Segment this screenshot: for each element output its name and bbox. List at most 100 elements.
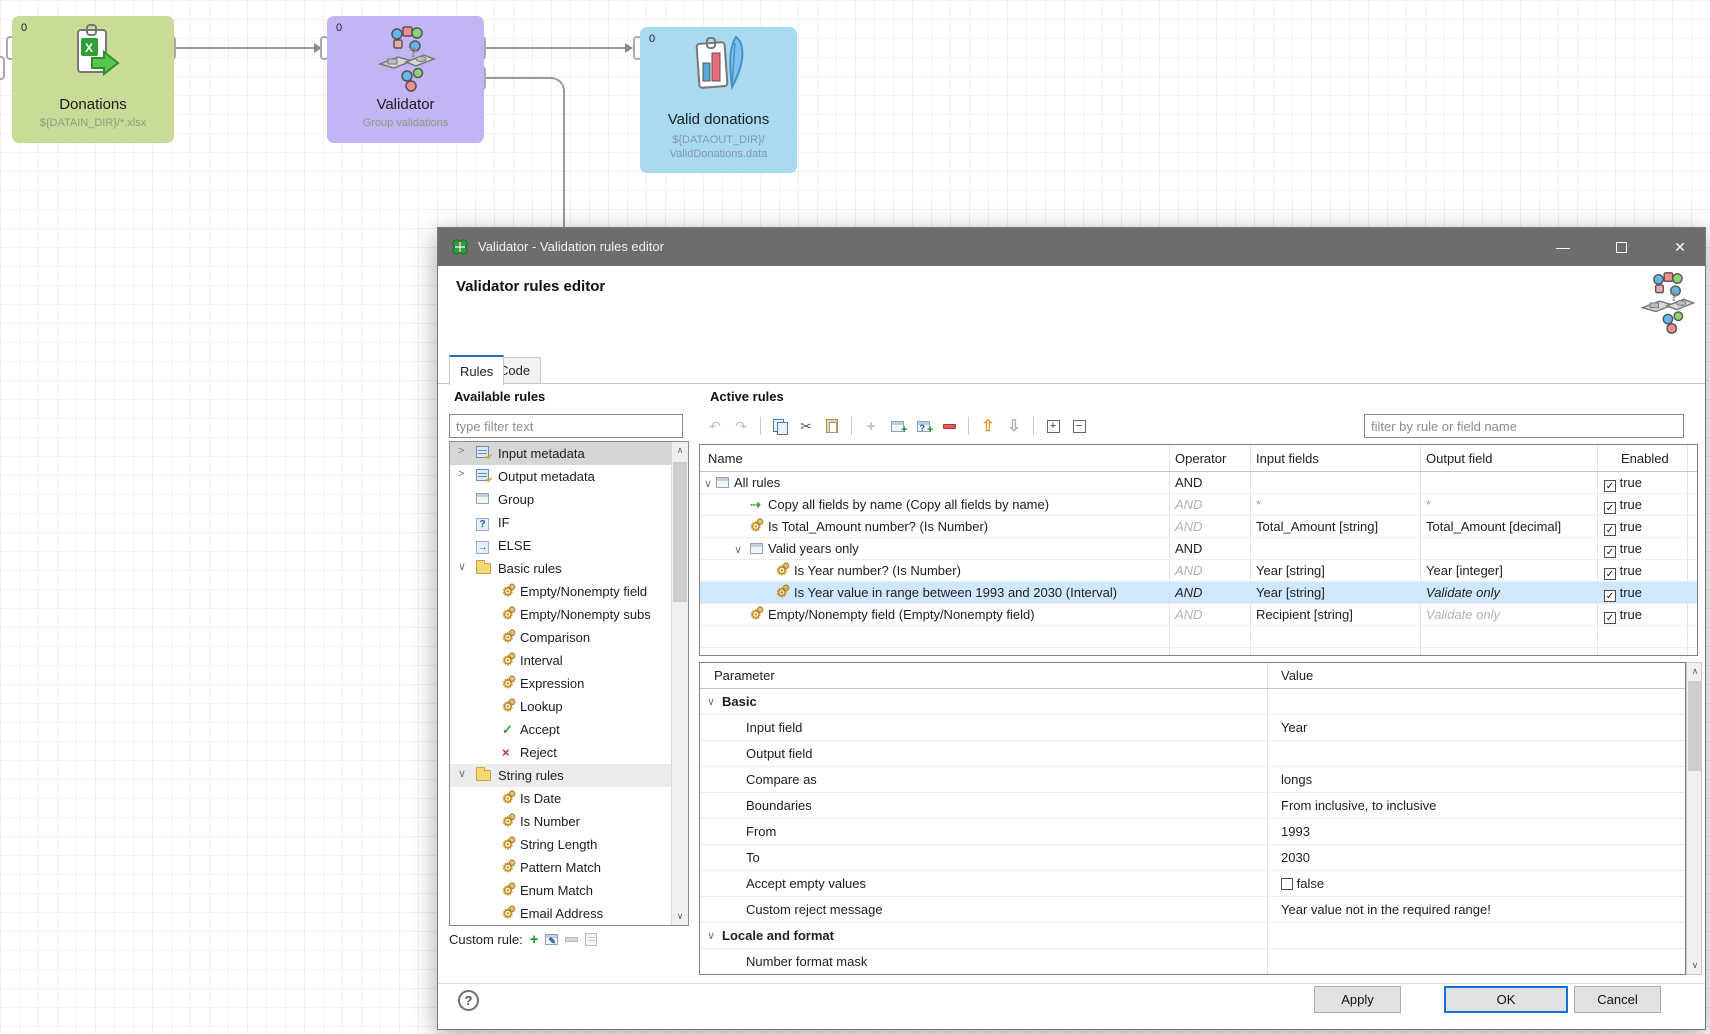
scrollbar-thumb[interactable] — [673, 462, 687, 602]
tree-item-comparison[interactable]: ⚙Comparison — [450, 626, 671, 649]
remove-custom-rule-icon[interactable] — [565, 937, 578, 942]
import-custom-rule-icon[interactable]: ✎ — [545, 934, 558, 945]
tree-item-empty-nonempty-field[interactable]: ⚙Empty/Nonempty field — [450, 580, 671, 603]
collapse-all-icon[interactable]: − — [1070, 417, 1088, 435]
edge-donations-validator[interactable] — [176, 47, 318, 49]
tree-scrollbar[interactable]: ∧ ∨ — [671, 442, 688, 925]
move-up-icon[interactable]: ⇧ — [979, 417, 997, 435]
active-rules-filter-input[interactable] — [1364, 414, 1684, 438]
cancel-button[interactable]: Cancel — [1574, 986, 1661, 1013]
node-validator[interactable]: 0 ? Validator Group validations — [327, 16, 484, 143]
param-row-input-field[interactable]: Input fieldYear — [700, 715, 1685, 741]
chevron-right-icon[interactable]: > — [458, 445, 472, 457]
column-header-parameter[interactable]: Parameter — [714, 668, 775, 683]
ok-button[interactable]: OK — [1444, 986, 1568, 1013]
add-rule-icon[interactable]: + — [862, 417, 880, 435]
expand-all-icon[interactable]: + — [1044, 417, 1062, 435]
parameters-scrollbar[interactable]: ∧ ∨ — [1686, 662, 1702, 975]
param-row-basic[interactable]: ∨Basic — [700, 689, 1685, 715]
tree-item-enum-match[interactable]: ⚙Enum Match — [450, 879, 671, 902]
enabled-checkbox[interactable]: ✓ — [1604, 524, 1616, 536]
tree-item-else[interactable]: →ELSE — [450, 534, 671, 557]
scrollbar-thumb[interactable] — [1688, 681, 1702, 771]
undo-icon[interactable]: ↶ — [706, 417, 724, 435]
remove-icon[interactable] — [940, 417, 958, 435]
tree-item-is-date[interactable]: ⚙Is Date — [450, 787, 671, 810]
rule-row[interactable]: ⚙Empty/Nonempty field (Empty/Nonempty fi… — [700, 604, 1697, 626]
tree-item-string-length[interactable]: ⚙String Length — [450, 833, 671, 856]
rule-row[interactable]: ∨All rulesAND✓ true — [700, 472, 1697, 494]
param-row-to[interactable]: To2030 — [700, 845, 1685, 871]
node-valid-donations[interactable]: 0 Valid donations ${DATAOUT_DIR}/ ValidD… — [640, 27, 797, 173]
node-donations[interactable]: 0 X Donations ${DATAIN_DIR}/*.xlsx — [12, 16, 174, 143]
column-header-operator[interactable]: Operator — [1175, 451, 1226, 466]
add-group-icon[interactable]: + — [888, 417, 906, 435]
param-row-boundaries[interactable]: BoundariesFrom inclusive, to inclusive — [700, 793, 1685, 819]
tree-item-email-address[interactable]: ⚙Email Address — [450, 902, 671, 925]
scroll-up-icon[interactable]: ∧ — [1687, 663, 1703, 680]
column-header-name[interactable]: Name — [708, 451, 743, 466]
maximize-button[interactable] — [1598, 228, 1644, 266]
tree-item-expression[interactable]: ⚙Expression — [450, 672, 671, 695]
paste-icon[interactable] — [823, 417, 841, 435]
close-button[interactable]: ✕ — [1657, 228, 1703, 266]
enabled-checkbox[interactable]: ✓ — [1604, 480, 1616, 492]
minimize-button[interactable]: — — [1540, 228, 1586, 266]
chevron-right-icon[interactable]: > — [458, 468, 472, 480]
edge-validator-down[interactable] — [486, 77, 565, 229]
duplicate-custom-rule-icon[interactable] — [585, 933, 597, 946]
rule-row[interactable]: ⇢Copy all fields by name (Copy all field… — [700, 494, 1697, 516]
param-row-output-field[interactable]: Output field — [700, 741, 1685, 767]
chevron-down-icon[interactable]: ∨ — [458, 767, 472, 780]
tab-rules[interactable]: Rules — [449, 355, 504, 385]
enabled-checkbox[interactable]: ✓ — [1604, 612, 1616, 624]
tree-item-output-metadata[interactable]: >Output metadata — [450, 465, 671, 488]
add-conditional-icon[interactable]: ?+ — [914, 417, 932, 435]
param-row-custom-reject-message[interactable]: Custom reject messageYear value not in t… — [700, 897, 1685, 923]
enabled-checkbox[interactable]: ✓ — [1604, 568, 1616, 580]
tree-item-interval[interactable]: ⚙Interval — [450, 649, 671, 672]
param-row-number-format-mask[interactable]: Number format mask — [700, 949, 1685, 975]
chevron-down-icon[interactable]: ∨ — [734, 543, 742, 556]
column-header-output-field[interactable]: Output field — [1426, 451, 1493, 466]
value-checkbox[interactable] — [1281, 878, 1293, 890]
move-down-icon[interactable]: ⇩ — [1005, 417, 1023, 435]
enabled-checkbox[interactable]: ✓ — [1604, 590, 1616, 602]
param-row-from[interactable]: From1993 — [700, 819, 1685, 845]
chevron-down-icon[interactable]: ∨ — [458, 560, 472, 573]
edge-validator-validdonations[interactable] — [486, 47, 628, 49]
column-header-enabled[interactable]: Enabled — [1621, 451, 1669, 466]
param-row-compare-as[interactable]: Compare aslongs — [700, 767, 1685, 793]
tree-item-empty-nonempty-subs[interactable]: ⚙Empty/Nonempty subs — [450, 603, 671, 626]
rule-row[interactable]: ∨Valid years onlyAND✓ true — [700, 538, 1697, 560]
tree-item-basic-rules[interactable]: ∨Basic rules — [450, 557, 671, 580]
tree-item-string-rules[interactable]: ∨String rules — [450, 764, 671, 787]
scroll-down-icon[interactable]: ∨ — [1687, 957, 1703, 974]
rule-row[interactable]: ⚙Is Year value in range between 1993 and… — [700, 582, 1697, 604]
tree-item-accept[interactable]: ✓Accept — [450, 718, 671, 741]
chevron-down-icon[interactable]: ∨ — [704, 477, 712, 490]
apply-button[interactable]: Apply — [1314, 986, 1401, 1013]
column-header-input-fields[interactable]: Input fields — [1256, 451, 1319, 466]
tree-item-group[interactable]: Group — [450, 488, 671, 511]
available-rules-filter-input[interactable] — [449, 414, 683, 438]
scroll-down-icon[interactable]: ∨ — [672, 908, 688, 925]
column-header-value[interactable]: Value — [1281, 668, 1313, 683]
param-row-accept-empty-values[interactable]: Accept empty values false — [700, 871, 1685, 897]
chevron-down-icon[interactable]: ∨ — [707, 929, 715, 942]
rule-row[interactable]: ⚙Is Total_Amount number? (Is Number)ANDT… — [700, 516, 1697, 538]
redo-icon[interactable]: ↷ — [732, 417, 750, 435]
canvas-edge-port[interactable] — [0, 56, 5, 80]
cut-icon[interactable]: ✂ — [797, 417, 815, 435]
copy-icon[interactable] — [771, 417, 789, 435]
dialog-titlebar[interactable]: Validator - Validation rules editor — ✕ — [438, 228, 1705, 266]
enabled-checkbox[interactable]: ✓ — [1604, 546, 1616, 558]
enabled-checkbox[interactable]: ✓ — [1604, 502, 1616, 514]
rule-row[interactable]: ⚙Is Year number? (Is Number)ANDYear [str… — [700, 560, 1697, 582]
scroll-up-icon[interactable]: ∧ — [672, 442, 688, 459]
empty-row[interactable] — [700, 626, 1697, 648]
chevron-down-icon[interactable]: ∨ — [707, 695, 715, 708]
empty-row[interactable] — [700, 648, 1697, 656]
tree-item-pattern-match[interactable]: ⚙Pattern Match — [450, 856, 671, 879]
tree-item-input-metadata[interactable]: >Input metadata — [450, 442, 671, 465]
